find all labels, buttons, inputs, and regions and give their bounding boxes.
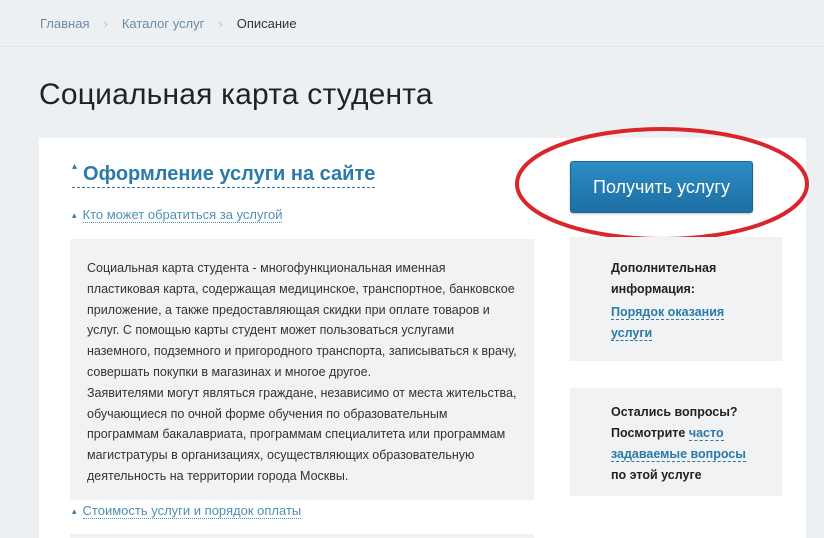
next-section-edge: [70, 534, 534, 538]
info-title: Дополнительная информация:: [611, 261, 717, 296]
get-service-button[interactable]: Получить услугу: [570, 161, 753, 213]
additional-info-box: Дополнительная информация: Порядок оказа…: [570, 237, 782, 361]
procedure-link[interactable]: Порядок оказания услуги: [611, 305, 725, 341]
page-title: Социальная карта студента: [39, 78, 433, 111]
faq-question: Остались вопросы?: [611, 405, 738, 419]
toggle-who-can-apply[interactable]: ▴ Кто может обратиться за услугой: [72, 207, 283, 223]
faq-see-label: Посмотрите: [611, 426, 686, 440]
breadcrumb-catalog[interactable]: Каталог услуг: [122, 16, 205, 31]
description-box: Социальная карта студента - многофункцио…: [70, 239, 534, 500]
header-divider: [0, 46, 824, 47]
caret-up-icon: ▴: [72, 210, 77, 221]
description-paragraph: Заявителями могут являться граждане, нез…: [87, 385, 517, 483]
cost-label: Стоимость услуги и порядок оплаты: [82, 503, 302, 519]
section-title: Оформление услуги на сайте: [83, 163, 376, 185]
faq-suffix: по этой услуге: [611, 468, 702, 482]
section-toggle-registration[interactable]: ▴ Оформление услуги на сайте: [72, 161, 376, 188]
description-paragraph: Социальная карта студента - многофункцио…: [87, 261, 517, 379]
breadcrumb: Главная › Каталог услуг › Описание: [40, 16, 297, 31]
toggle-cost[interactable]: ▴ Стоимость услуги и порядок оплаты: [72, 503, 302, 519]
breadcrumb-current: Описание: [236, 16, 297, 31]
faq-box: Остались вопросы? Посмотрите часто задав…: [570, 388, 782, 496]
caret-up-icon: ▴: [72, 506, 77, 517]
caret-up-icon: ▴: [72, 161, 78, 172]
chevron-right-icon: ›: [218, 16, 223, 31]
who-can-apply-label: Кто может обратиться за услугой: [82, 207, 283, 223]
breadcrumb-home[interactable]: Главная: [40, 16, 89, 31]
chevron-right-icon: ›: [103, 16, 108, 31]
